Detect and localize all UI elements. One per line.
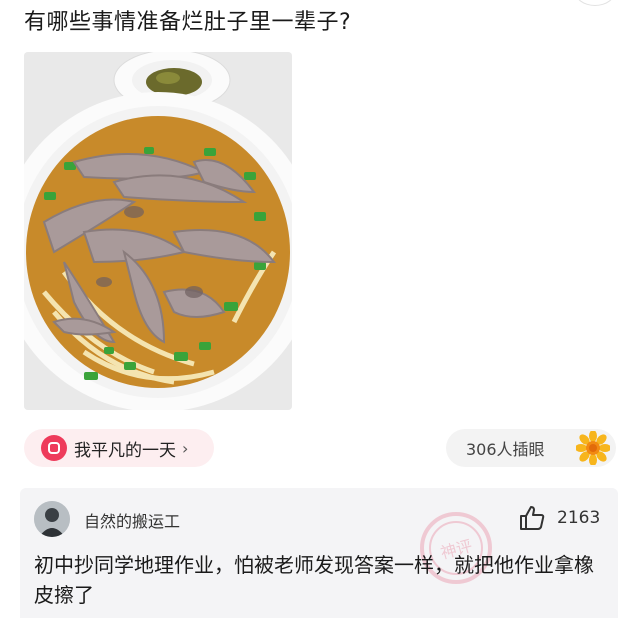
like-count: 2163 <box>557 508 601 528</box>
question-title: 有哪些事情准备烂肚子里一辈子? <box>24 10 352 35</box>
insert-count-label: 306人插眼 <box>466 440 545 459</box>
chevron-right-icon: › <box>182 438 189 458</box>
insert-eye-button[interactable]: 306人插眼 <box>446 429 616 467</box>
commenter-avatar[interactable] <box>34 501 70 537</box>
author-avatar-icon <box>41 435 67 461</box>
commenter-username[interactable]: 自然的搬运工 <box>84 508 180 532</box>
post-image[interactable] <box>24 52 292 410</box>
comment-card: 自然的搬运工 神评 2163 初中抄同学地理作业，怕被老师发现答案一样，就把他作… <box>20 488 618 618</box>
top-circle-decoration <box>574 0 616 6</box>
post-author-name: 我平凡的一天 <box>74 440 176 461</box>
noodle-bowl-illustration <box>24 52 292 410</box>
thumbs-up-icon[interactable] <box>518 504 546 532</box>
sunflower-icon <box>574 429 612 467</box>
post-author-chip[interactable]: 我平凡的一天 › <box>24 429 214 467</box>
comment-text: 初中抄同学地理作业，怕被老师发现答案一样，就把他作业拿橡皮擦了 <box>34 553 594 607</box>
